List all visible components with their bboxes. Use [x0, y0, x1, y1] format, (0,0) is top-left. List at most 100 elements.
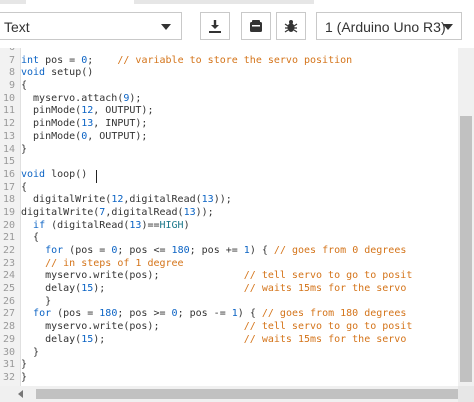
- code-line: 29 delay(15); // waits 15ms for the serv…: [0, 334, 412, 347]
- code-token: }: [21, 346, 40, 358]
- code-line: 28 myservo.write(pos); // tell servo to …: [0, 321, 412, 334]
- code-token: ,digitalRead(: [105, 206, 184, 218]
- code-token: , OUTPUT);: [93, 105, 154, 117]
- code-token: (digitalRead(: [45, 219, 130, 231]
- board-select-value: 1 (Arduino Uno R3): [325, 19, 446, 35]
- code-token: 15: [81, 283, 94, 295]
- code-token: 13: [129, 219, 142, 231]
- line-number: 7: [8, 54, 15, 66]
- code-token: }: [21, 371, 28, 383]
- code-token: delay(: [21, 333, 82, 345]
- code-token: ));: [213, 194, 232, 206]
- code-token: 13: [183, 206, 196, 218]
- vertical-scrollbar[interactable]: [458, 48, 474, 386]
- code-token: ;: [87, 54, 118, 66]
- line-number: 19: [2, 206, 15, 218]
- code-token: myservo.attach(: [21, 92, 124, 104]
- debug-button[interactable]: [276, 12, 306, 40]
- board-select[interactable]: 1 (Arduino Uno R3): [316, 12, 462, 40]
- code-line: 9{: [0, 80, 412, 93]
- code-token: 13: [201, 194, 214, 206]
- line-number: 20: [2, 219, 15, 231]
- download-button[interactable]: [200, 12, 230, 40]
- code-token: {: [21, 181, 28, 193]
- code-line: 15: [0, 156, 412, 169]
- line-number: 31: [2, 359, 15, 371]
- toolbar-divider: [0, 0, 26, 4]
- line-number: 16: [2, 168, 15, 180]
- code-token: ; pos +=: [189, 245, 244, 256]
- line-number: 28: [2, 321, 15, 333]
- line-number: 17: [2, 181, 15, 193]
- line-number: 6: [0, 48, 15, 55]
- code-line: 10 myservo.attach(9);: [0, 93, 412, 106]
- code-line: 30 }: [0, 347, 412, 360]
- code-line: 16 void loop(): [0, 169, 412, 182]
- line-number: 25: [2, 283, 15, 295]
- code-token: // tell servo to go to posit: [243, 270, 413, 282]
- code-token: pinMode(: [21, 105, 82, 117]
- code-line: 19 digitalWrite(7,digitalRead(13));: [0, 207, 412, 220]
- serial-monitor-icon: [250, 20, 262, 32]
- code-token: // in steps of 1 degree: [45, 257, 184, 269]
- code-line: 25 delay(15); // waits 15ms for the serv…: [0, 283, 412, 296]
- code-token: digitalWrite(: [21, 194, 112, 206]
- serial-monitor-button[interactable]: [241, 12, 271, 40]
- chevron-down-icon: [443, 24, 453, 30]
- code-token: myservo.write(pos);: [21, 270, 244, 282]
- code-token: // tell servo to go to posit: [243, 321, 413, 333]
- code-token: ) {: [237, 308, 262, 320]
- toolbar-divider: [134, 0, 314, 4]
- code-token: // variable to store the servo position: [117, 54, 353, 66]
- code-token: 13: [81, 118, 94, 130]
- code-token: ; pos <=: [117, 245, 172, 256]
- scroll-left-icon[interactable]: [18, 390, 23, 398]
- code-token: ) {: [249, 245, 274, 256]
- toolbar: Text 1 (Arduino Uno R3): [0, 0, 474, 49]
- code-token: );: [93, 283, 244, 295]
- line-number: 30: [2, 346, 15, 358]
- code-token: pinMode(: [21, 118, 82, 130]
- code-token: int: [21, 54, 40, 66]
- code-token: // waits 15ms for the servo: [243, 333, 407, 345]
- code-token: pinMode(: [21, 130, 82, 142]
- line-number: 26: [2, 295, 15, 307]
- code-lines: 67int pos = 0; // variable to store the …: [0, 48, 412, 385]
- vertical-scrollbar-thumb[interactable]: [460, 116, 472, 382]
- code-token: pos =: [39, 54, 82, 66]
- code-token: );: [129, 92, 142, 104]
- code-mode-select[interactable]: Text: [0, 12, 182, 40]
- horizontal-scrollbar[interactable]: [0, 386, 458, 402]
- code-line: 13 pinMode(0, OUTPUT);: [0, 131, 412, 144]
- code-token: 180: [171, 245, 190, 256]
- line-number: 29: [2, 333, 15, 345]
- code-token: // goes from 0 degrees: [273, 245, 407, 256]
- code-line: 14}: [0, 144, 412, 157]
- code-token: )==: [141, 219, 160, 231]
- line-number: 32: [2, 371, 15, 383]
- code-token: // waits 15ms for the servo: [243, 283, 407, 295]
- code-token: ): [183, 219, 190, 231]
- code-line: 22 for (pos = 0; pos <= 180; pos += 1) {…: [0, 245, 412, 258]
- line-number: 11: [2, 105, 15, 117]
- line-number: 24: [2, 270, 15, 282]
- line-number: 14: [2, 143, 15, 155]
- code-token: digitalWrite(: [21, 206, 100, 218]
- code-token: 12: [81, 105, 94, 117]
- code-line: 24 myservo.write(pos); // tell servo to …: [0, 270, 412, 283]
- code-token: loop(): [45, 168, 88, 180]
- code-line: 26 }: [0, 296, 412, 309]
- code-token: {: [21, 232, 40, 244]
- code-editor[interactable]: 67int pos = 0; // variable to store the …: [0, 48, 458, 386]
- code-token: ));: [195, 206, 214, 218]
- horizontal-scrollbar-thumb[interactable]: [36, 389, 458, 399]
- code-line: 11 pinMode(12, OUTPUT);: [0, 105, 412, 118]
- line-number: 10: [2, 92, 15, 104]
- line-number: 23: [2, 257, 15, 269]
- code-token: , OUTPUT);: [87, 130, 148, 142]
- line-number: 8: [8, 67, 15, 79]
- code-line: 32}: [0, 372, 412, 385]
